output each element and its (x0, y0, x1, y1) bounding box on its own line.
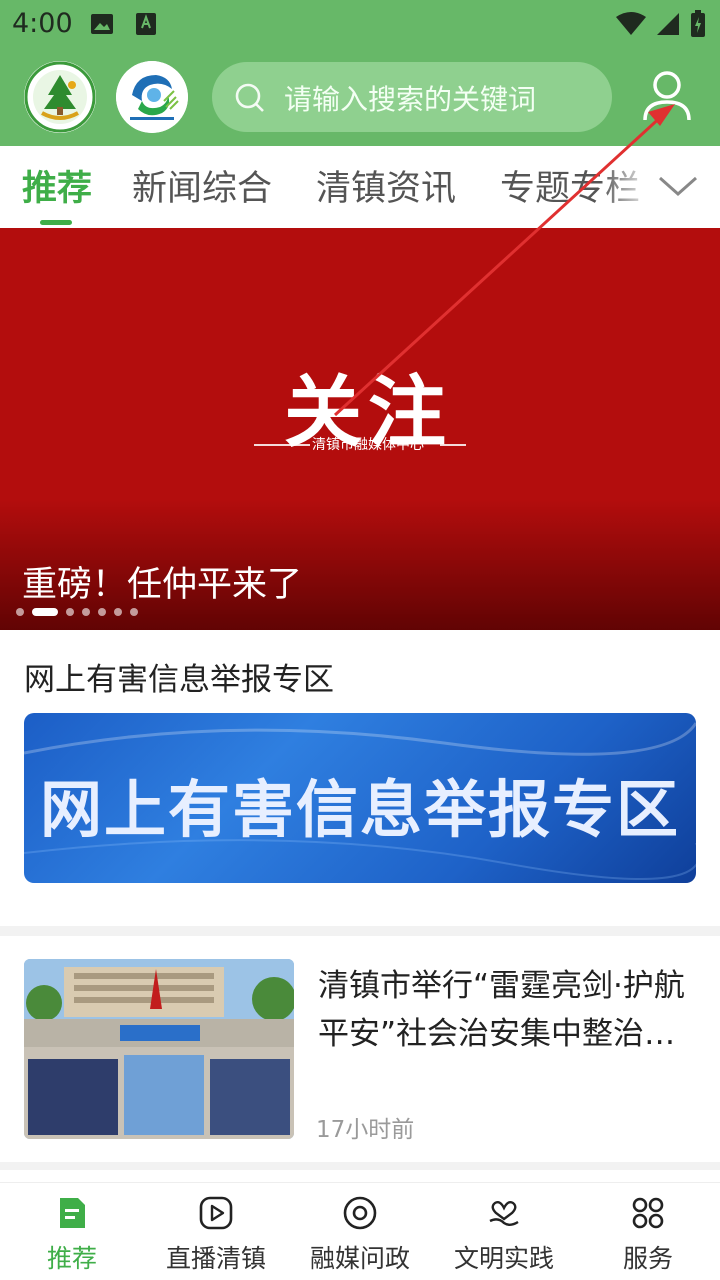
status-bar: 4:00 (0, 0, 720, 48)
banner-divider-left (254, 444, 310, 446)
carousel-dot-active (32, 608, 58, 616)
nav-live[interactable]: 直播清镇 (144, 1183, 288, 1280)
app-notification-icon (136, 13, 156, 35)
media-center-logo-icon (116, 61, 188, 133)
carousel-dot (82, 608, 90, 616)
tab-recommend[interactable]: 推荐 (22, 160, 92, 211)
tab-qingzhen-info[interactable]: 清镇资讯 (316, 160, 456, 211)
wifi-icon (616, 12, 646, 35)
target-icon (343, 1196, 377, 1230)
carousel-dot (66, 608, 74, 616)
app-header: 请输入搜索的关键词 (0, 48, 720, 146)
nav-civilization[interactable]: 文明实践 (432, 1183, 576, 1280)
news-title: 清镇市举行“雷霆亮剑·护航平安”社会治安集中整治行动启动仪式 (318, 968, 685, 1052)
carousel-dot (16, 608, 24, 616)
culture-logo-icon (24, 61, 96, 133)
banner-caption: 重磅！任仲平来了 (22, 565, 303, 605)
news-photo (24, 959, 294, 1139)
carousel-dot (114, 608, 122, 616)
nav-recommend[interactable]: 推荐 (0, 1183, 144, 1280)
play-icon (199, 1196, 233, 1230)
nav-services[interactable]: 服务 (576, 1183, 720, 1280)
nav-inquiry[interactable]: 融媒问政 (288, 1183, 432, 1280)
image-notification-icon (91, 14, 113, 34)
status-time: 4:00 (12, 8, 73, 39)
carousel-dot (98, 608, 106, 616)
user-profile-icon[interactable] (640, 68, 694, 124)
bottom-nav: 推荐 直播清镇 融媒问政 文明实践 服务 (0, 1182, 720, 1280)
carousel-dot (130, 608, 138, 616)
section-divider (0, 926, 720, 936)
banner-carousel[interactable]: 关注 清镇市融媒体中心 重磅！任仲平来了 (0, 228, 720, 630)
document-icon (60, 1198, 85, 1228)
section-divider (0, 1162, 720, 1170)
nav-label: 融媒问政 (309, 1244, 410, 1273)
battery-icon (691, 10, 705, 37)
culture-logo[interactable] (24, 61, 96, 133)
banner-divider-right (440, 444, 466, 446)
nav-label: 推荐 (46, 1244, 97, 1273)
report-zone-title: 网上有害信息举报专区 (24, 662, 334, 698)
cell-signal-icon (657, 13, 679, 35)
channel-tabs: 推荐 新闻综合 清镇资讯 专题专栏 (0, 146, 720, 228)
report-zone-banner[interactable]: 网上有害信息举报专区 (24, 713, 696, 883)
media-center-logo[interactable] (116, 61, 188, 133)
news-time: 17小时前 (316, 1117, 415, 1143)
tab-news[interactable]: 新闻综合 (132, 160, 272, 211)
banner-logo-subtitle: 清镇市融媒体中心 (312, 437, 424, 453)
search-icon (235, 83, 264, 112)
active-tab-indicator (40, 220, 72, 225)
nav-label: 文明实践 (453, 1244, 554, 1273)
nav-label: 服务 (622, 1244, 673, 1273)
search-box[interactable]: 请输入搜索的关键词 (212, 62, 612, 132)
search-placeholder: 请输入搜索的关键词 (284, 83, 537, 116)
grid-icon (632, 1197, 664, 1229)
report-zone-banner-text: 网上有害信息举报专区 (39, 773, 680, 846)
chevron-down-icon[interactable] (656, 170, 700, 202)
heart-hand-icon (489, 1200, 519, 1226)
news-thumbnail (24, 959, 294, 1139)
nav-label: 直播清镇 (165, 1244, 266, 1273)
